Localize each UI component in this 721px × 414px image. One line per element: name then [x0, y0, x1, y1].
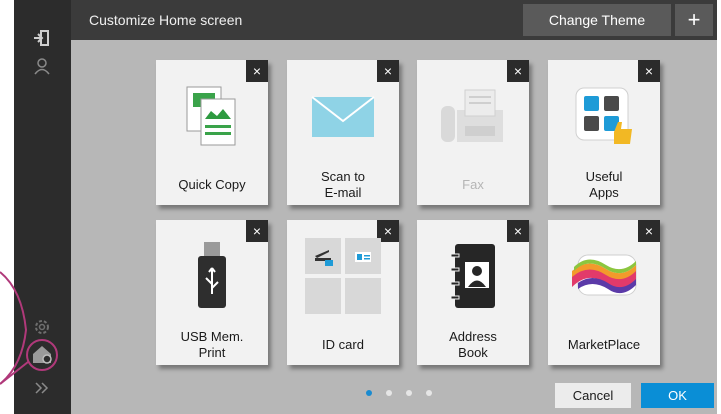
device-frame: Customize Home screen Change Theme + × Q…	[0, 0, 721, 414]
tile-quick-copy[interactable]: × Quick Copy	[156, 60, 268, 205]
add-button[interactable]: +	[675, 4, 713, 36]
tile-fax[interactable]: × Fax	[417, 60, 529, 205]
tile-label: Address Book	[449, 328, 497, 360]
ok-button[interactable]: OK	[641, 383, 714, 408]
user-icon[interactable]	[28, 52, 56, 80]
screen: Customize Home screen Change Theme + × Q…	[14, 0, 717, 414]
cancel-button[interactable]: Cancel	[555, 383, 631, 408]
page-dot-2[interactable]	[386, 390, 392, 396]
marketplace-icon	[548, 232, 660, 320]
home-grid: × Quick Copy × Scan to E-mail × Fax × Us…	[71, 40, 717, 414]
tile-usb-mem-print[interactable]: × USB Mem. Print	[156, 220, 268, 365]
usb-drive-icon	[156, 232, 268, 320]
id-card-icon	[287, 232, 399, 320]
sidebar	[14, 0, 71, 414]
tile-useful-apps[interactable]: × Useful Apps	[548, 60, 660, 205]
tile-scan-to-email[interactable]: × Scan to E-mail	[287, 60, 399, 205]
copy-document-icon	[156, 72, 268, 160]
tile-id-card[interactable]: × ID card	[287, 220, 399, 365]
tile-label: Fax	[462, 176, 484, 192]
tile-address-book[interactable]: × Address Book	[417, 220, 529, 365]
tile-label: Quick Copy	[178, 176, 246, 192]
tile-marketplace[interactable]: × MarketPlace	[548, 220, 660, 365]
logout-icon[interactable]	[28, 24, 56, 52]
change-theme-button[interactable]: Change Theme	[523, 4, 671, 36]
address-book-icon	[417, 232, 529, 320]
header-bar: Customize Home screen Change Theme +	[71, 0, 717, 40]
page-dot-3[interactable]	[406, 390, 412, 396]
page-dot-1[interactable]	[366, 390, 372, 396]
envelope-icon	[287, 72, 399, 160]
apps-thumbs-up-icon	[548, 72, 660, 160]
page-dot-4[interactable]	[426, 390, 432, 396]
tile-label: Scan to E-mail	[320, 168, 366, 200]
expand-chevrons-icon[interactable]	[28, 374, 56, 402]
home-settings-icon[interactable]	[28, 340, 56, 368]
settings-gear-icon[interactable]	[28, 313, 56, 341]
tile-label: ID card	[322, 336, 364, 352]
tile-label: Useful Apps	[585, 168, 623, 200]
tile-label: USB Mem. Print	[180, 328, 244, 360]
tile-label: MarketPlace	[567, 336, 641, 352]
fax-machine-icon	[417, 72, 529, 160]
page-title: Customize Home screen	[89, 12, 243, 28]
page-indicator	[366, 390, 432, 396]
